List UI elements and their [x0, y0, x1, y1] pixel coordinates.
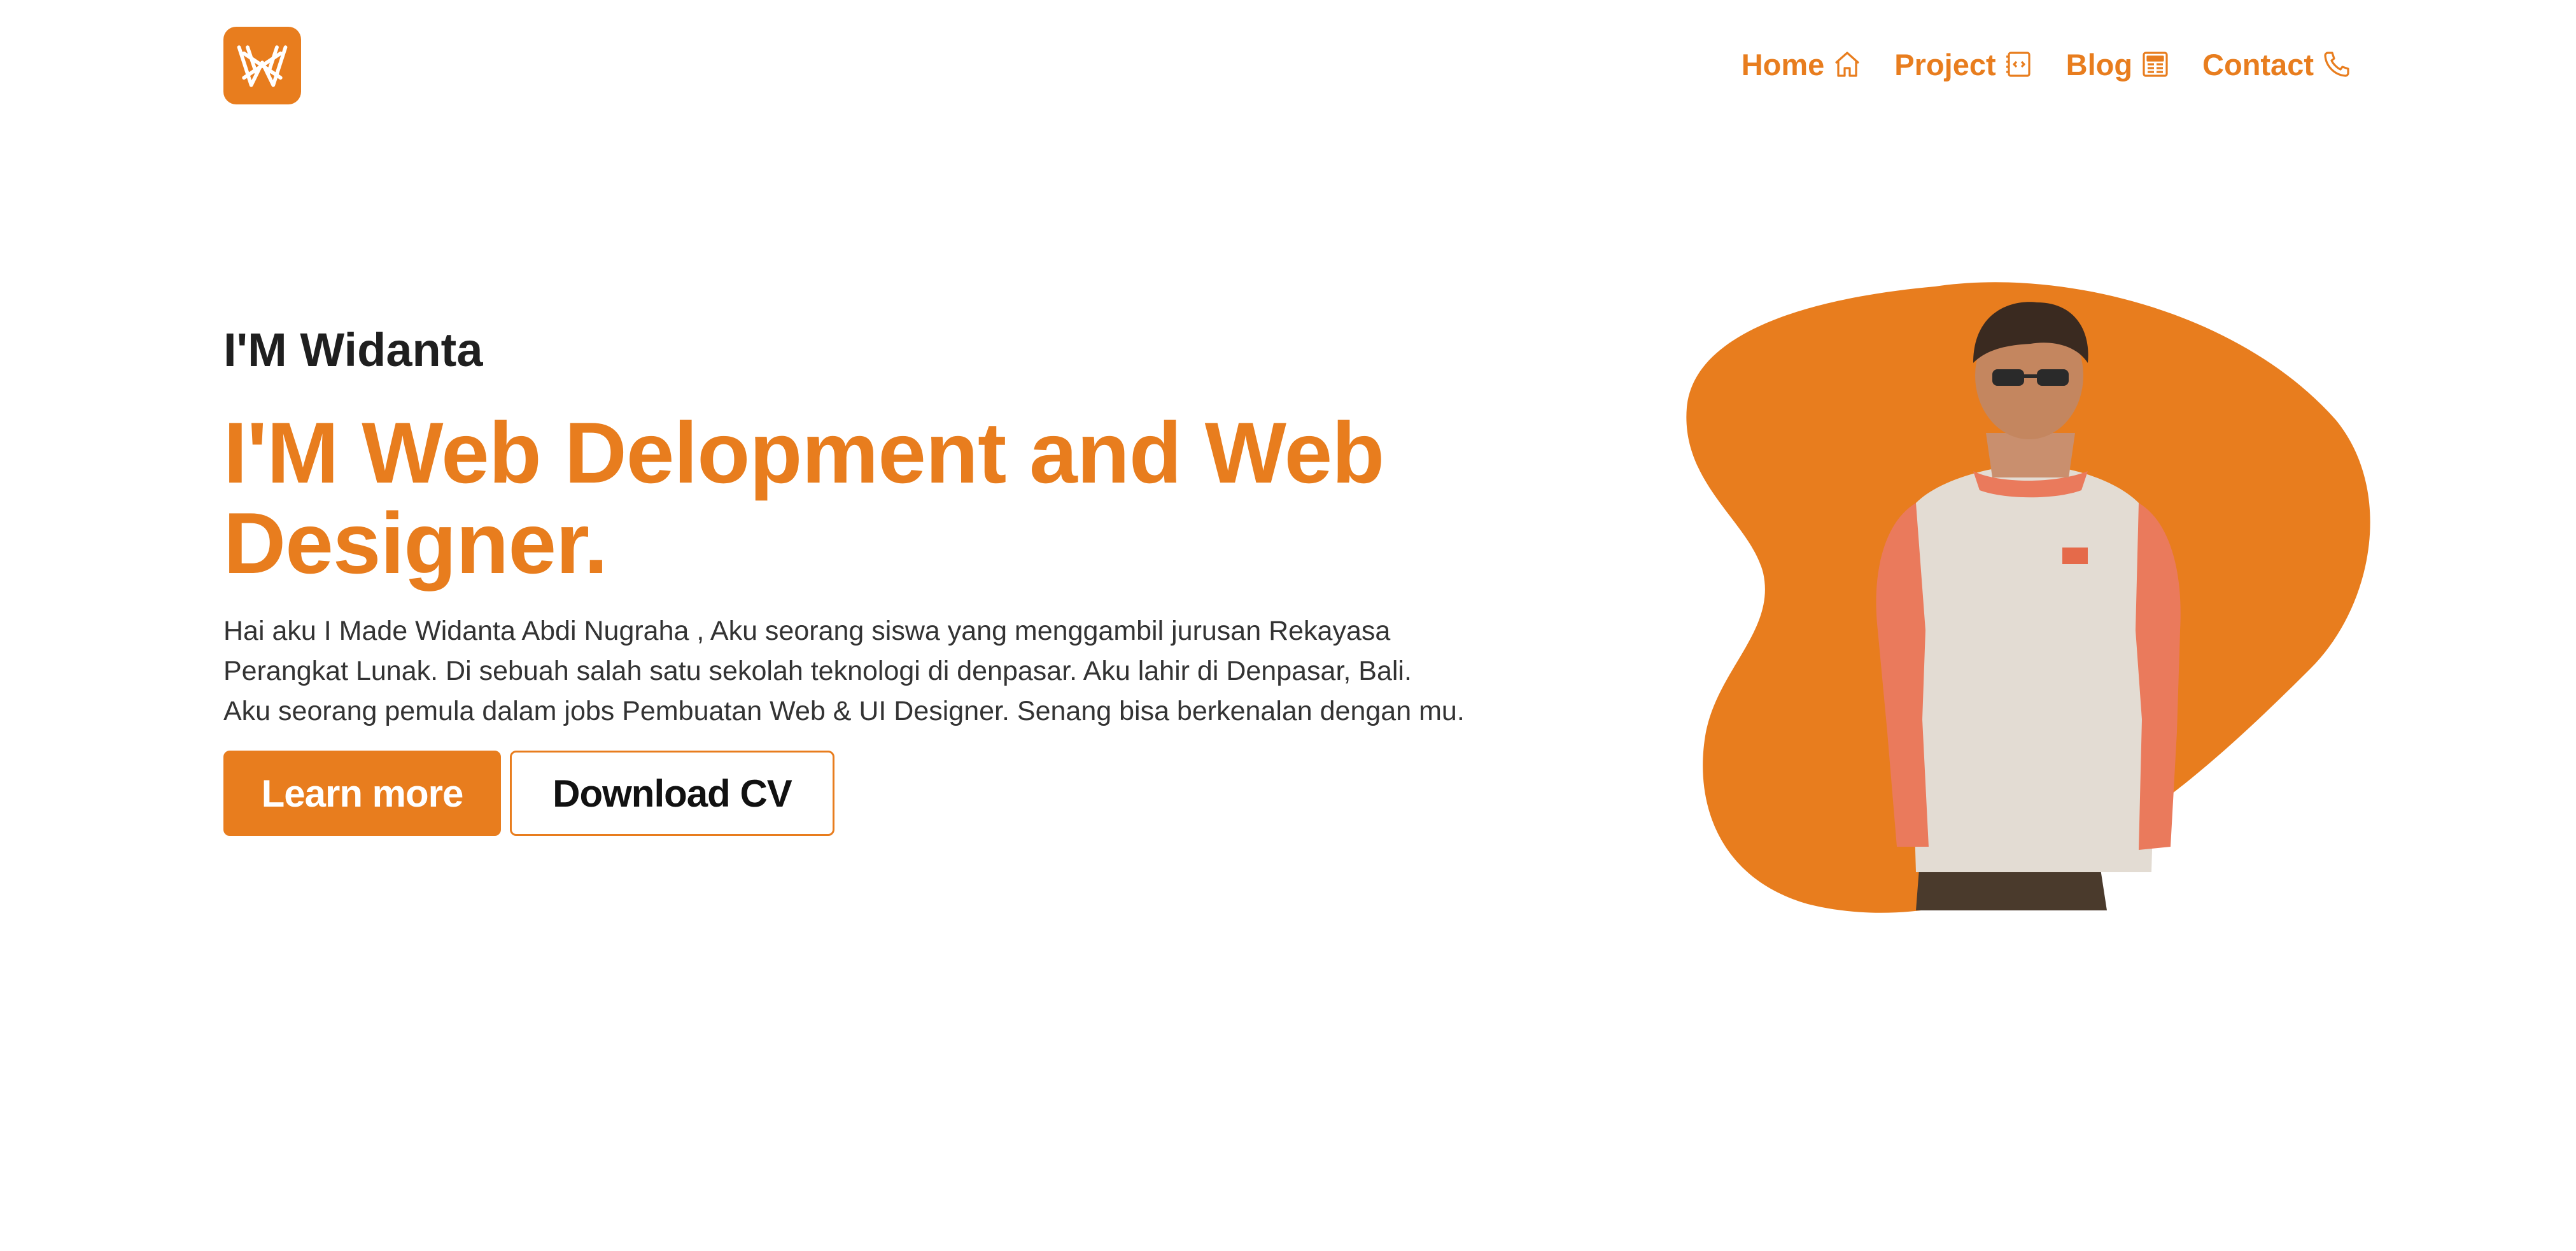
home-icon: [1835, 52, 1860, 77]
nav-blog-label: Blog: [2066, 47, 2133, 81]
hero-illustration: [1668, 274, 2381, 923]
main-nav: Home Project Blog Contact: [1742, 39, 2352, 89]
download-cv-button[interactable]: Download CV: [510, 751, 834, 836]
hero-headline: I'M Web Delopment and Web Designer.: [223, 404, 1384, 591]
hero-bio: Hai aku I Made Widanta Abdi Nugraha , Ak…: [223, 616, 1465, 726]
brand-logo[interactable]: [223, 27, 301, 104]
newspaper-icon: [2143, 52, 2168, 77]
nav-blog[interactable]: Blog: [2066, 47, 2171, 82]
nav-contact[interactable]: Contact: [2202, 47, 2352, 82]
learn-more-button[interactable]: Learn more: [223, 751, 501, 836]
code-file-icon: [2006, 52, 2031, 77]
w-monogram-icon: [237, 45, 288, 87]
nav-project[interactable]: Project: [1894, 47, 2034, 82]
nav-contact-label: Contact: [2202, 47, 2314, 81]
nav-home[interactable]: Home: [1742, 47, 1863, 82]
phone-icon: [2324, 52, 2349, 77]
hero-buttons: Learn more Download CV: [223, 751, 1471, 836]
nav-project-label: Project: [1894, 47, 1996, 81]
profile-photo: [1686, 282, 2370, 913]
hero-intro: I'M Widanta: [223, 323, 483, 376]
page: Home Project Blog Contact I'M Widanta I'…: [0, 0, 2576, 1251]
nav-home-label: Home: [1741, 47, 1825, 81]
hero-section: I'M Widanta I'M Web Delopment and Web De…: [223, 318, 1471, 836]
